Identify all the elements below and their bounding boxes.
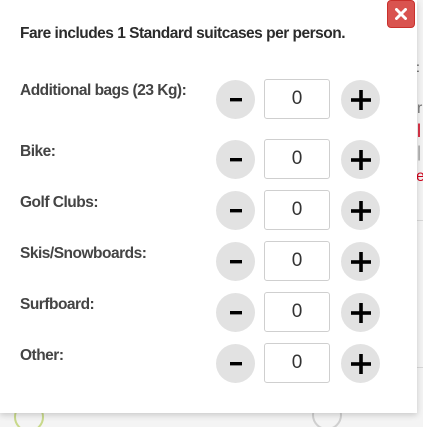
quantity-stepper bbox=[216, 79, 380, 121]
plus-icon bbox=[350, 353, 371, 374]
background-fragment: r bbox=[417, 100, 423, 117]
quantity-stepper bbox=[216, 139, 380, 181]
increment-button[interactable] bbox=[341, 191, 380, 230]
minus-icon bbox=[229, 259, 242, 263]
quantity-stepper bbox=[216, 292, 380, 334]
increment-button[interactable] bbox=[341, 293, 380, 332]
quantity-input[interactable] bbox=[264, 139, 330, 179]
plus-icon bbox=[350, 302, 371, 323]
row-label: Surfboard: bbox=[20, 296, 95, 313]
decrement-button[interactable] bbox=[216, 344, 255, 383]
background-fragment: l bbox=[417, 121, 421, 141]
quantity-stepper bbox=[216, 241, 380, 283]
row-label: Bike: bbox=[20, 143, 56, 160]
plus-icon bbox=[350, 251, 371, 272]
row-label: Additional bags (23 Kg): bbox=[20, 82, 187, 99]
minus-icon bbox=[229, 361, 242, 365]
screen: : r l | e Fare includes 1 Standard suitc… bbox=[0, 0, 423, 427]
quantity-stepper bbox=[216, 343, 380, 385]
quantity-input[interactable] bbox=[264, 292, 330, 332]
decrement-button[interactable] bbox=[216, 80, 255, 119]
minus-icon bbox=[229, 208, 242, 212]
increment-button[interactable] bbox=[341, 344, 380, 383]
fare-includes-text: Fare includes 1 Standard suitcases per p… bbox=[20, 25, 346, 42]
close-button[interactable] bbox=[387, 0, 415, 28]
minus-icon bbox=[229, 97, 242, 101]
plus-icon bbox=[350, 200, 371, 221]
minus-icon bbox=[229, 310, 242, 314]
increment-button[interactable] bbox=[341, 80, 380, 119]
decrement-button[interactable] bbox=[216, 140, 255, 179]
quantity-input[interactable] bbox=[264, 241, 330, 281]
minus-icon bbox=[229, 157, 242, 161]
plus-icon bbox=[350, 149, 371, 170]
quantity-input[interactable] bbox=[264, 343, 330, 383]
plus-icon bbox=[350, 89, 371, 110]
row-label: Golf Clubs: bbox=[20, 194, 99, 211]
decrement-button[interactable] bbox=[216, 191, 255, 230]
background-fragment: e bbox=[416, 168, 423, 185]
increment-button[interactable] bbox=[341, 242, 380, 281]
increment-button[interactable] bbox=[341, 140, 380, 179]
quantity-input[interactable] bbox=[264, 79, 330, 119]
decrement-button[interactable] bbox=[216, 293, 255, 332]
decrement-button[interactable] bbox=[216, 242, 255, 281]
row-label: Skis/Snowboards: bbox=[20, 245, 147, 262]
row-label: Other: bbox=[20, 347, 64, 364]
baggage-dialog: Fare includes 1 Standard suitcases per p… bbox=[0, 0, 417, 413]
close-icon bbox=[395, 8, 407, 20]
background-fragment: | bbox=[417, 144, 422, 161]
quantity-input[interactable] bbox=[264, 190, 330, 230]
quantity-stepper bbox=[216, 190, 380, 232]
